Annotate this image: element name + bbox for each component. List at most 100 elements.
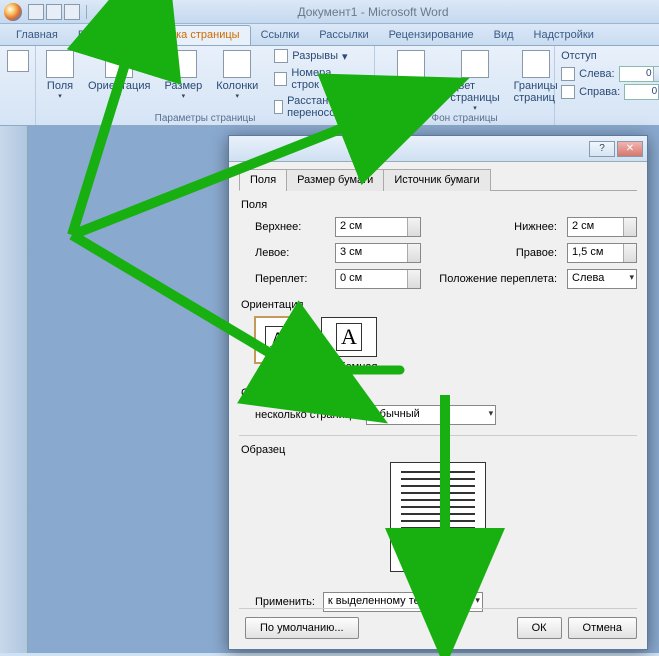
section-preview-label: Образец: [241, 444, 637, 456]
dialog-tabs: Поля Размер бумаги Источник бумаги: [239, 168, 637, 191]
preview-thumbnail: [390, 462, 486, 572]
group-themes: [0, 46, 36, 125]
watermark-icon: [397, 50, 425, 78]
columns-button[interactable]: Колонки ▾: [210, 48, 264, 102]
office-button[interactable]: [4, 3, 22, 21]
tab-review[interactable]: Рецензирование: [379, 26, 484, 45]
tab-references[interactable]: Ссылки: [251, 26, 310, 45]
dialog-help-button[interactable]: ?: [589, 141, 615, 157]
tab-addins[interactable]: Надстройки: [524, 26, 604, 45]
portrait-label: книжная: [255, 367, 301, 379]
tab-mailings[interactable]: Рассылки: [309, 26, 378, 45]
margins-button[interactable]: Поля ▾: [40, 48, 80, 102]
top-margin-input[interactable]: 2 см▲▼: [335, 217, 421, 237]
fields-grid: Верхнее: 2 см▲▼ Нижнее: 2 см▲▼ Левое: 3 …: [255, 217, 637, 289]
gutter-position-combo[interactable]: Слева: [567, 269, 637, 289]
ok-button[interactable]: ОК: [517, 617, 562, 639]
group-page-setup: Поля ▾ Ориентация ▾ Размер ▾ Колонки ▾ Р…: [36, 46, 375, 125]
tab-insert[interactable]: Вставка: [68, 26, 129, 45]
chevron-down-icon: ▾: [473, 104, 477, 112]
chevron-down-icon: ▾: [58, 92, 62, 100]
orientation-row: А книжная А альбомная: [255, 317, 637, 379]
group-page-setup-label: Параметры страницы: [36, 113, 374, 124]
default-button[interactable]: По умолчанию...: [245, 617, 359, 639]
breaks-label: Разрывы: [292, 50, 338, 62]
section-orientation-label: Ориентация: [241, 299, 637, 311]
line-numbers-menu[interactable]: Номера строк ▾: [270, 66, 370, 92]
qat-separator: [86, 5, 87, 19]
section-pages-label: Страницы: [241, 387, 637, 399]
page-color-button[interactable]: Цвет страницы▾: [444, 48, 505, 114]
landscape-icon: А: [321, 317, 377, 357]
right-margin-label: Правое:: [431, 247, 557, 259]
page-color-label: Цвет страницы: [450, 80, 499, 104]
indent-left-icon: [561, 67, 575, 81]
section-fields-label: Поля: [241, 199, 637, 211]
size-icon: [169, 50, 197, 78]
indent-right-label: Справа:: [579, 86, 620, 98]
group-page-background: Подложка▾ Цвет страницы▾ Границы страниц…: [375, 46, 555, 125]
breaks-menu[interactable]: Разрывы ▾: [270, 48, 370, 64]
indent-left-input[interactable]: 0: [619, 66, 659, 82]
size-button[interactable]: Размер ▾: [158, 48, 208, 102]
right-margin-input[interactable]: 1,5 см▲▼: [567, 243, 637, 263]
breaks-icon: [274, 49, 288, 63]
bottom-margin-label: Нижнее:: [431, 221, 557, 233]
ruler-left: [0, 126, 28, 653]
tab-home[interactable]: Главная: [6, 26, 68, 45]
orientation-portrait[interactable]: А книжная: [255, 317, 301, 379]
dialog-tab-paper-size[interactable]: Размер бумаги: [286, 169, 384, 191]
page-setup-dialog: ? ✕ Поля Размер бумаги Источник бумаги П…: [228, 135, 648, 650]
dialog-body: Поля Размер бумаги Источник бумаги Поля …: [229, 162, 647, 620]
watermark-button[interactable]: Подложка▾: [379, 48, 442, 102]
gutter-label: Переплет:: [255, 273, 325, 285]
cancel-button[interactable]: Отмена: [568, 617, 637, 639]
page-borders-icon: [522, 50, 550, 78]
tab-page-layout[interactable]: Разметка страницы: [129, 25, 251, 45]
dialog-tab-paper-source[interactable]: Источник бумаги: [383, 169, 490, 191]
left-margin-input[interactable]: 3 см▲▼: [335, 243, 421, 263]
qat-undo-icon[interactable]: [46, 4, 62, 20]
indent-left-label: Слева:: [579, 68, 614, 80]
ribbon: Поля ▾ Ориентация ▾ Размер ▾ Колонки ▾ Р…: [0, 46, 659, 126]
window-title: Документ1 - Microsoft Word: [91, 5, 655, 19]
orientation-icon: [105, 50, 133, 78]
orientation-button[interactable]: Ориентация ▾: [82, 48, 156, 102]
chevron-down-icon: ▾: [182, 92, 186, 100]
top-margin-label: Верхнее:: [255, 221, 325, 233]
multi-pages-row: несколько страниц: Обычный: [255, 405, 637, 425]
tab-view[interactable]: Вид: [484, 26, 524, 45]
orientation-landscape[interactable]: А альбомная: [321, 317, 377, 379]
qat-save-icon[interactable]: [28, 4, 44, 20]
qat-redo-icon[interactable]: [64, 4, 80, 20]
page-borders-label: Границы страниц: [514, 80, 558, 104]
indent-right-input[interactable]: 0: [624, 84, 659, 100]
dialog-close-button[interactable]: ✕: [617, 141, 643, 157]
page-setup-dialog-launcher[interactable]: ↘: [358, 111, 370, 123]
gutter-input[interactable]: 0 см▲▼: [335, 269, 421, 289]
hyphenation-icon: [274, 100, 283, 114]
margins-icon: [46, 50, 74, 78]
divider: [239, 435, 637, 436]
multi-pages-label: несколько страниц:: [255, 409, 354, 421]
gutter-position-label: Положение переплета:: [431, 273, 557, 285]
watermark-label: Подложка: [385, 80, 436, 92]
dialog-titlebar: ? ✕: [229, 136, 647, 162]
portrait-icon: А: [255, 317, 301, 363]
chevron-down-icon: ▾: [117, 92, 121, 100]
title-bar: Документ1 - Microsoft Word: [0, 0, 659, 24]
columns-label: Колонки: [216, 80, 258, 92]
chevron-down-icon: ▾: [236, 92, 240, 100]
multi-pages-combo[interactable]: Обычный: [366, 405, 496, 425]
orientation-label: Ориентация: [88, 80, 150, 92]
landscape-label: альбомная: [321, 361, 377, 373]
dialog-tab-fields[interactable]: Поля: [239, 169, 287, 191]
line-numbers-label: Номера строк: [291, 67, 356, 91]
bottom-margin-input[interactable]: 2 см▲▼: [567, 217, 637, 237]
margins-label: Поля: [47, 80, 73, 92]
indent-title: Отступ: [561, 50, 659, 62]
columns-icon: [223, 50, 251, 78]
group-page-background-label: Фон страницы: [375, 113, 554, 124]
themes-button[interactable]: [4, 48, 31, 76]
apply-to-label: Применить:: [255, 596, 315, 608]
